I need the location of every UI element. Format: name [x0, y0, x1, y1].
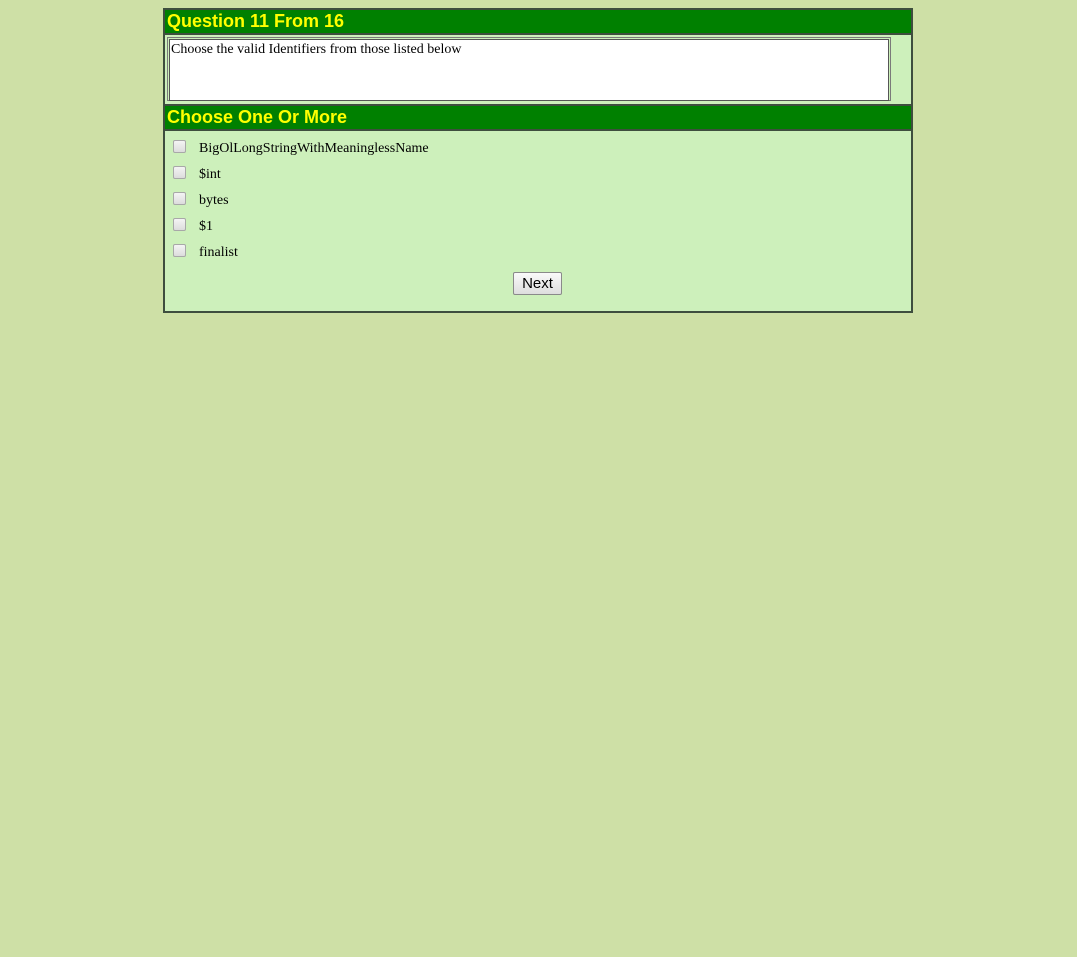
option-label: $1: [199, 219, 213, 234]
next-row: Next: [165, 272, 911, 295]
option-checkbox[interactable]: [173, 192, 186, 205]
question-area: Choose the valid Identifiers from those …: [165, 35, 911, 106]
option-label: BigOlLongStringWithMeaninglessName: [199, 141, 429, 156]
option-item: $int: [165, 161, 911, 187]
option-item: bytes: [165, 187, 911, 213]
question-text: Choose the valid Identifiers from those …: [169, 39, 889, 101]
option-label: $int: [199, 167, 221, 182]
option-checkbox[interactable]: [173, 218, 186, 231]
question-box: Choose the valid Identifiers from those …: [167, 37, 891, 101]
choose-header: Choose One Or More: [165, 106, 911, 131]
options-list: BigOlLongStringWithMeaninglessName $int …: [165, 131, 911, 311]
option-label: finalist: [199, 245, 238, 260]
option-item: finalist: [165, 239, 911, 265]
option-item: BigOlLongStringWithMeaninglessName: [165, 135, 911, 161]
option-checkbox[interactable]: [173, 140, 186, 153]
option-checkbox[interactable]: [173, 244, 186, 257]
option-item: $1: [165, 213, 911, 239]
option-label: bytes: [199, 193, 229, 208]
next-button[interactable]: Next: [513, 272, 562, 295]
option-checkbox[interactable]: [173, 166, 186, 179]
question-header: Question 11 From 16: [165, 10, 911, 35]
quiz-panel: Question 11 From 16 Choose the valid Ide…: [163, 8, 913, 313]
